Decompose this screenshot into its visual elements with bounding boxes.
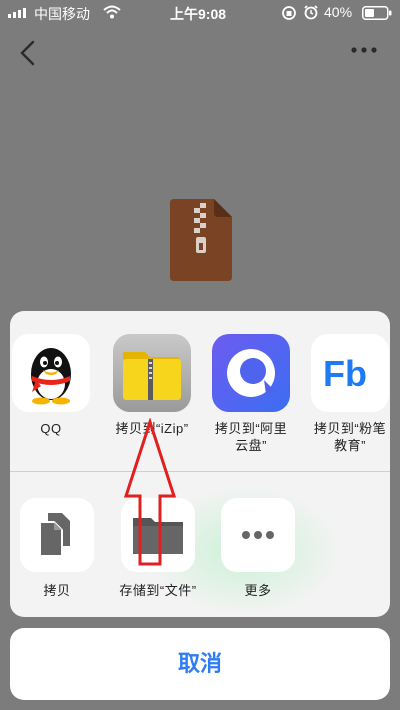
fenbi-icon: Fb — [311, 334, 389, 412]
action-copy[interactable]: 拷贝 — [12, 498, 102, 599]
copy-icon — [20, 498, 94, 572]
share-app-label: 拷贝到“阿里 云盘” — [214, 421, 288, 453]
share-app-aliyun-drive[interactable]: 拷贝到“阿里 云盘” — [211, 334, 291, 454]
share-app-fenbi[interactable]: Fb 拷贝到“粉笔 教育” — [310, 334, 390, 454]
action-more[interactable]: 更多 — [213, 498, 303, 599]
annotation-arrow-icon — [123, 418, 177, 566]
battery-percentage: 40% — [324, 4, 353, 20]
share-app-label: 拷贝到“粉笔 教育” — [313, 421, 387, 453]
alarm-icon — [304, 5, 318, 20]
battery-icon — [362, 6, 392, 20]
zip-archive-icon — [170, 199, 232, 281]
qq-penguin-icon — [12, 334, 90, 412]
share-sheet: QQ 拷贝到“iZip” 拷贝到“阿里 云盘” Fb 拷贝到“粉笔 教育” 拷贝… — [10, 311, 390, 617]
action-label: 存储到“文件” — [119, 583, 197, 598]
status-bar: 中国移动 上午9:08 40% — [0, 0, 400, 26]
izip-folder-icon — [113, 334, 191, 412]
action-label: 拷贝 — [43, 583, 71, 598]
svg-text:Fb: Fb — [323, 353, 367, 394]
rotation-lock-icon — [282, 6, 296, 20]
more-options-button[interactable] — [350, 44, 378, 56]
carrier-label: 中国移动 — [34, 6, 90, 22]
clock: 上午9:08 — [170, 6, 227, 22]
divider — [10, 471, 390, 472]
back-button[interactable] — [16, 40, 40, 66]
share-app-label: QQ — [40, 421, 62, 436]
action-label: 更多 — [244, 583, 272, 598]
cancel-button[interactable]: 取消 — [10, 628, 390, 700]
aliyun-drive-icon — [212, 334, 290, 412]
wifi-icon — [103, 5, 121, 19]
more-icon — [221, 498, 295, 572]
signal-icon — [8, 8, 26, 18]
share-app-qq[interactable]: QQ — [11, 334, 91, 437]
